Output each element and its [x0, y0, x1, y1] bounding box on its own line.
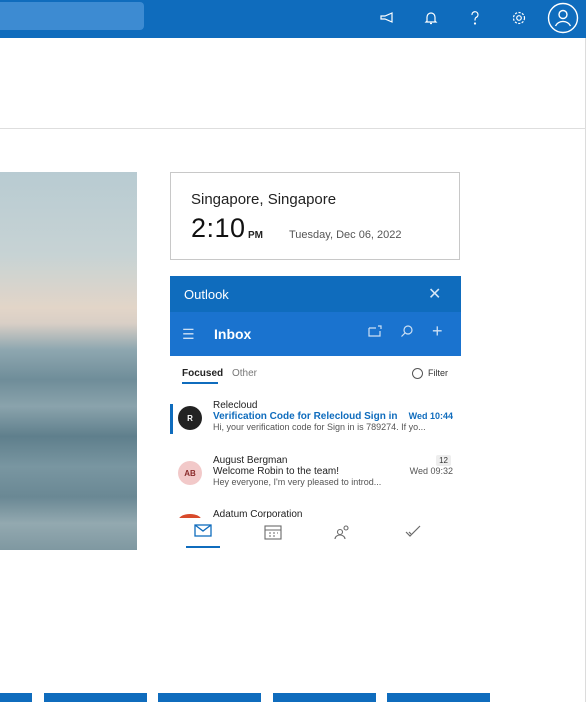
- top-bar: [0, 0, 586, 38]
- avatar: AB: [178, 461, 202, 485]
- mail-sender: Relecloud: [213, 400, 258, 411]
- mail-icon[interactable]: [194, 524, 212, 540]
- mail-item[interactable]: AB August Bergman 12 Welcome Robin to th…: [170, 455, 461, 503]
- tab-focused[interactable]: Focused: [182, 368, 223, 379]
- help-icon[interactable]: [460, 4, 490, 32]
- tile-1[interactable]: [0, 693, 32, 702]
- account-icon[interactable]: [546, 1, 580, 35]
- mail-item[interactable]: R Relecloud Verification Code for Relecl…: [170, 400, 461, 448]
- settings-icon[interactable]: [504, 4, 534, 32]
- calendar-icon[interactable]: [264, 524, 282, 543]
- people-icon[interactable]: [334, 524, 352, 543]
- clock-date: Tuesday, Dec 06, 2022: [289, 229, 402, 241]
- outlook-card: Outlook ✕ ☰ Inbox + Focused Other Filter…: [170, 276, 461, 551]
- avatar: R: [178, 406, 202, 430]
- tile-2[interactable]: [44, 693, 147, 702]
- tab-focused-indicator: [182, 382, 218, 384]
- mail-time: Wed 10:44: [408, 411, 453, 421]
- mail-subject: Welcome Robin to the team!: [213, 466, 339, 477]
- outlook-header: Outlook ✕: [170, 276, 461, 312]
- header-divider: [0, 128, 586, 129]
- close-icon[interactable]: ✕: [428, 284, 441, 304]
- tile-3[interactable]: [158, 693, 261, 702]
- filter-label[interactable]: Filter: [428, 368, 448, 378]
- clock-time: 2:10: [191, 213, 246, 243]
- mail-sender: August Bergman: [213, 455, 288, 466]
- compose-icon[interactable]: [368, 324, 382, 341]
- thread-count-badge: 12: [436, 455, 451, 466]
- ocean-image: [0, 172, 137, 550]
- bell-icon[interactable]: [416, 4, 446, 32]
- tile-5[interactable]: [387, 693, 490, 702]
- outlook-title: Outlook: [184, 287, 229, 302]
- add-icon[interactable]: +: [432, 321, 443, 342]
- mail-preview: Hi, your verification code for Sign in i…: [213, 422, 426, 432]
- search-box[interactable]: [0, 2, 144, 30]
- inbox-tabs: Focused Other Filter: [170, 366, 461, 386]
- unread-indicator: [170, 404, 173, 434]
- filter-icon[interactable]: [412, 368, 423, 379]
- inbox-bar: ☰ Inbox +: [170, 312, 461, 356]
- nav-active-indicator: [186, 546, 220, 548]
- search-icon[interactable]: [400, 324, 414, 342]
- folder-title: Inbox: [214, 326, 252, 342]
- mail-subject: Verification Code for Relecloud Sign in: [213, 411, 398, 422]
- hamburger-icon[interactable]: ☰: [182, 326, 195, 343]
- clock-card: Singapore, Singapore 2:10 PM Tuesday, De…: [170, 172, 460, 260]
- clock-city: Singapore, Singapore: [191, 191, 337, 208]
- tile-4[interactable]: [273, 693, 376, 702]
- todo-icon[interactable]: [404, 524, 422, 541]
- tab-other[interactable]: Other: [232, 368, 257, 379]
- mail-time: Wed 09:32: [409, 466, 453, 476]
- megaphone-icon[interactable]: [372, 4, 402, 32]
- clock-ampm: PM: [248, 230, 263, 241]
- mail-preview: Hey everyone, I'm very pleased to introd…: [213, 477, 382, 487]
- outlook-bottom-nav: [170, 518, 461, 551]
